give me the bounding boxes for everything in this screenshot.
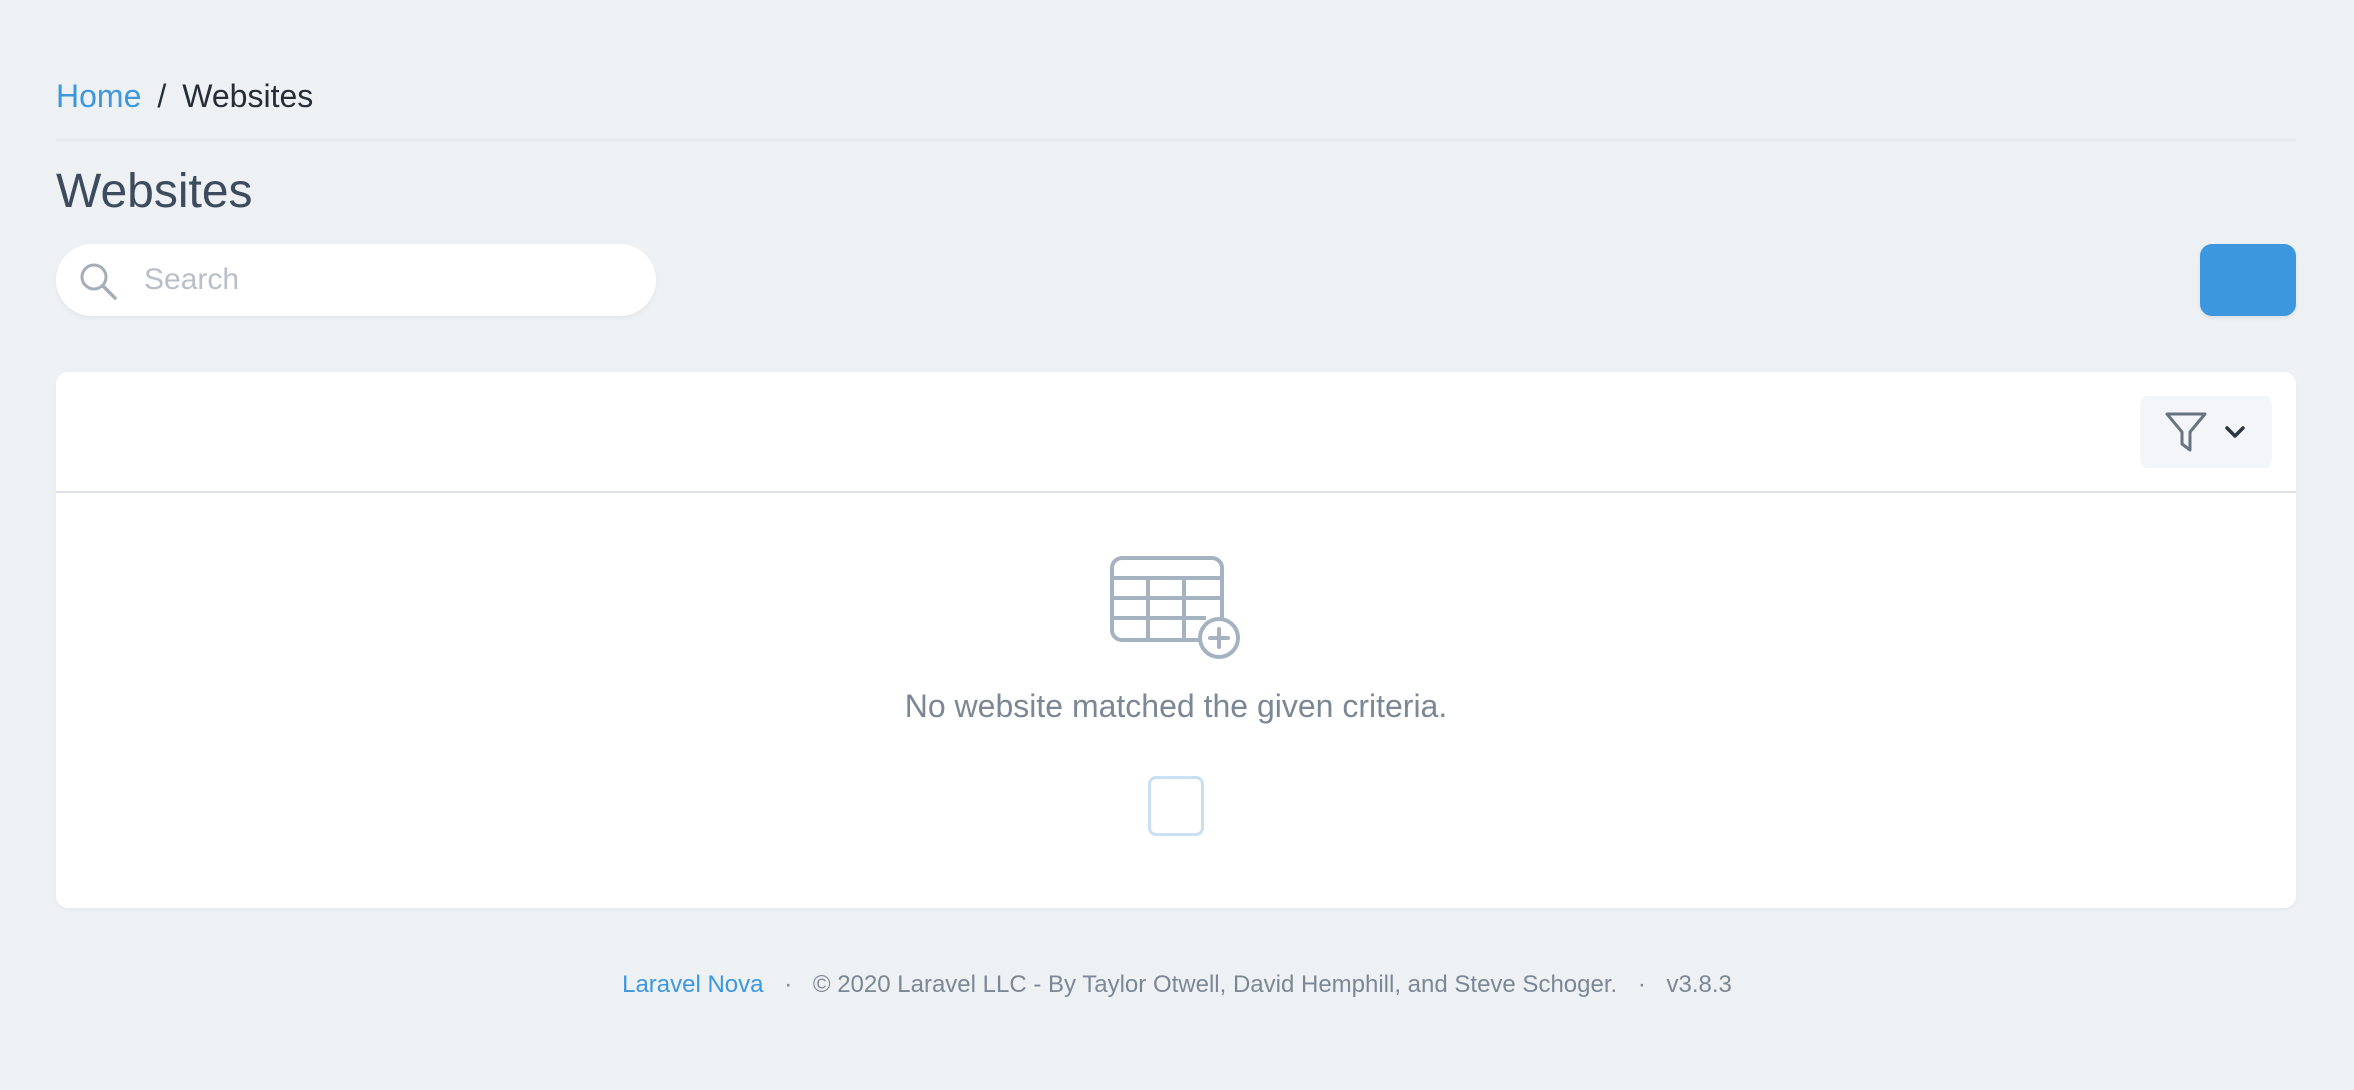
page: Home / Websites Websites Search No websi… bbox=[0, 0, 2354, 1090]
filter-icon bbox=[2165, 412, 2207, 452]
filter-dropdown-button[interactable] bbox=[2140, 396, 2272, 468]
header-divider bbox=[56, 139, 2296, 141]
chevron-down-icon bbox=[2225, 426, 2245, 438]
breadcrumb-current: Websites bbox=[182, 78, 314, 114]
page-title: Websites bbox=[56, 165, 253, 218]
resource-table-card: No website matched the given criteria. bbox=[56, 372, 2296, 908]
footer-copyright: © 2020 Laravel LLC - By Taylor Otwell, D… bbox=[812, 971, 1618, 998]
table-add-icon bbox=[1110, 556, 1240, 659]
breadcrumb: Home / Websites bbox=[56, 76, 313, 116]
footer-separator: · bbox=[1637, 971, 1646, 998]
footer: Laravel Nova · © 2020 Laravel LLC - By T… bbox=[0, 970, 2354, 1000]
footer-version: v3.8.3 bbox=[1666, 971, 1732, 998]
search-icon bbox=[80, 263, 117, 300]
empty-state-create-button[interactable] bbox=[1148, 776, 1204, 836]
card-header bbox=[56, 372, 2296, 493]
breadcrumb-home-link[interactable]: Home bbox=[56, 76, 141, 116]
breadcrumb-separator: / bbox=[157, 78, 167, 114]
search-input[interactable] bbox=[144, 244, 624, 316]
empty-state-message: No website matched the given criteria. bbox=[904, 688, 1448, 724]
footer-nova-link[interactable]: Laravel Nova bbox=[622, 971, 763, 998]
footer-separator: · bbox=[784, 971, 793, 998]
create-website-button[interactable] bbox=[2200, 244, 2296, 316]
search-box bbox=[56, 244, 656, 316]
